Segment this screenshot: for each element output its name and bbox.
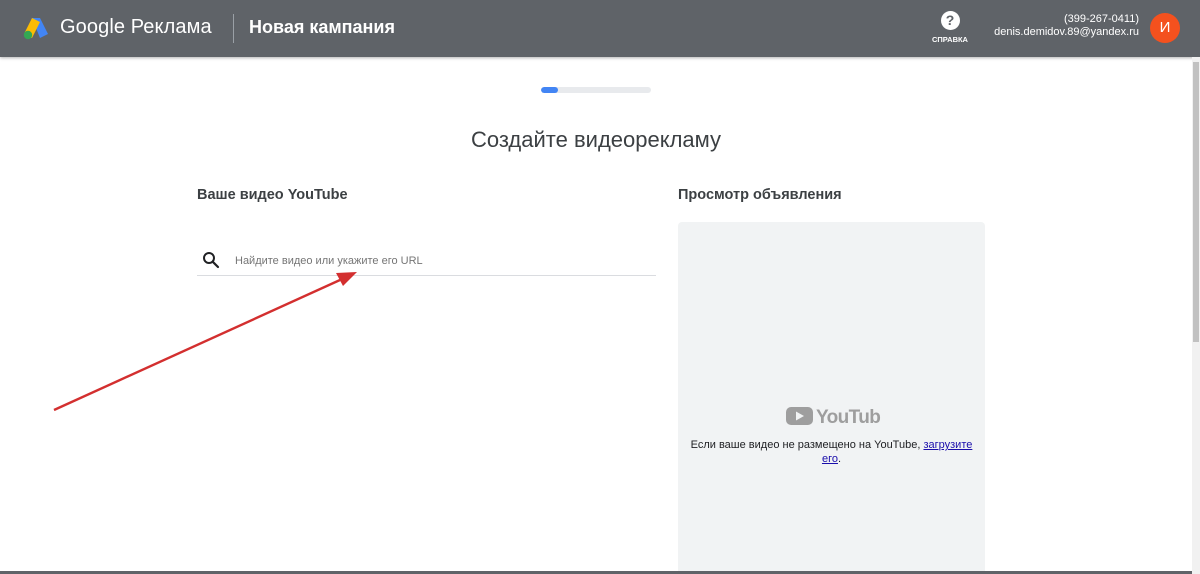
youtube-logo-text: YouTube [816,407,881,427]
youtube-logo-icon: YouTube [786,407,881,427]
ad-preview-panel: YouTube Если ваше видео не размещено на … [678,222,985,574]
arrow-line [53,278,341,412]
scrollbar-thumb[interactable] [1193,62,1199,342]
brand-name[interactable]: Google Реклама [60,16,212,39]
top-app-bar: Google Реклама Новая кампания ? СПРАВКА … [0,0,1200,57]
account-email: denis.demidov.89@yandex.ru [994,26,1139,38]
video-section-label: Ваше видео YouTube [197,187,348,203]
header-divider [233,14,234,43]
preview-section-label: Просмотр объявления [678,187,842,203]
avatar[interactable]: И [1150,13,1180,43]
account-phone: (399-267-0411) [1063,13,1139,25]
preview-message: Если ваше видео не размещено на YouTube,… [678,438,985,466]
progress-bar [541,87,651,93]
search-icon [203,252,220,269]
search-input[interactable] [233,249,647,273]
help-button[interactable]: ? СПРАВКА [930,11,970,49]
campaign-title: Новая кампания [249,17,395,37]
progress-fill [541,87,558,93]
page-title: Создайте видеорекламу [470,127,722,152]
account-info[interactable]: (399-267-0411) denis.demidov.89@yandex.r… [994,13,1139,39]
preview-suffix: . [837,453,842,465]
video-search-field[interactable] [197,246,656,276]
google-ads-logo-icon[interactable] [23,16,49,40]
help-label: СПРАВКА [932,35,968,44]
preview-text: Если ваше видео не размещено на YouTube, [690,439,921,451]
help-icon: ? [940,11,960,30]
page: Google Реклама Новая кампания ? СПРАВКА … [0,0,1200,574]
